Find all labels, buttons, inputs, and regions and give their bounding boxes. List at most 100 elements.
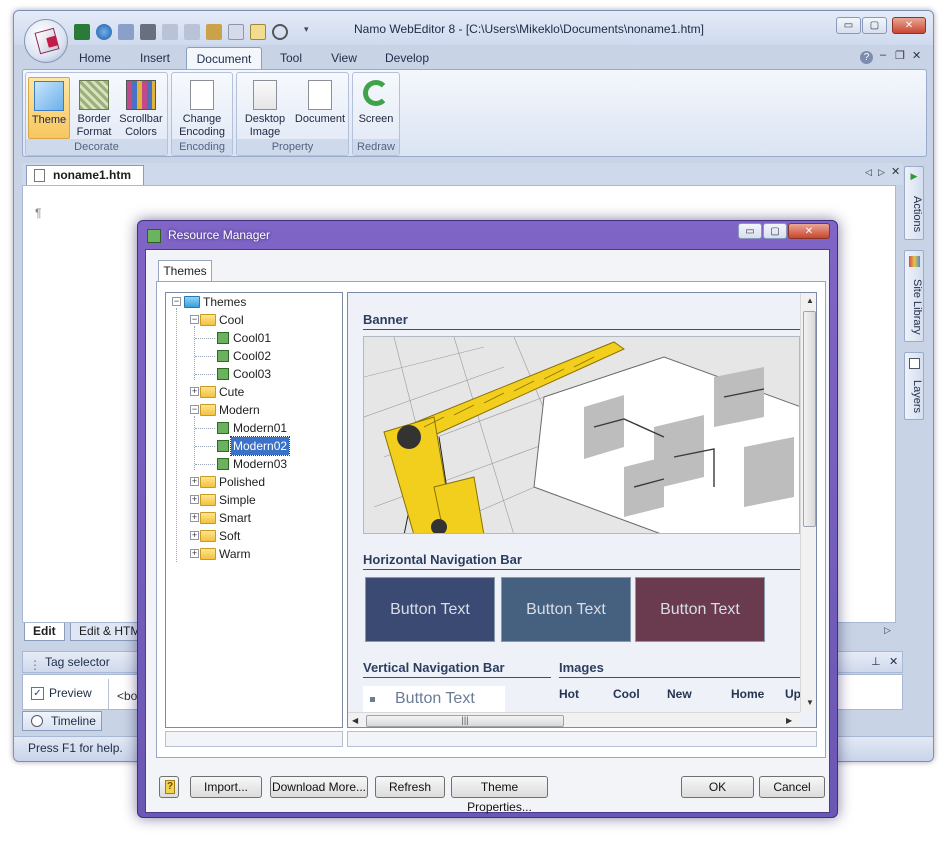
ribbon-restore-icon[interactable]: ❐: [895, 49, 905, 62]
image-home: Home: [731, 687, 765, 701]
scrollbar-colors-button[interactable]: Scrollbar Colors: [116, 77, 166, 139]
dialog-client-area: Themes − Themes − Cool Cool01 Cool02 Coo…: [145, 249, 830, 814]
close-button[interactable]: ✕: [892, 17, 926, 34]
preview-label: Preview: [49, 686, 92, 700]
theme-item-icon: [217, 350, 229, 362]
vnav-button[interactable]: Button Text: [363, 686, 505, 712]
help-button[interactable]: ?: [159, 776, 179, 798]
ribbon: Theme Border Format Scrollbar Colors Decor…: [22, 69, 927, 157]
minimize-button[interactable]: ▭: [836, 17, 861, 34]
actions-tab[interactable]: ▶ Actions: [904, 166, 924, 240]
refresh-button[interactable]: Refresh: [375, 776, 445, 798]
ribbon-close-icon[interactable]: ✕: [912, 49, 921, 62]
cancel-button[interactable]: Cancel: [759, 776, 825, 798]
layers-tab[interactable]: Layers: [904, 352, 924, 420]
ribbon-group-encoding: Change Encoding Encoding: [171, 72, 233, 156]
preview-vertical-scrollbar[interactable]: ▲ ▼: [800, 293, 816, 712]
dialog-title: Resource Manager: [168, 228, 271, 242]
tab-develop[interactable]: Develop: [382, 47, 432, 69]
expand-icon[interactable]: +: [190, 513, 199, 522]
expand-icon[interactable]: +: [190, 549, 199, 558]
tab-view[interactable]: View: [328, 47, 360, 69]
hnav-button-3[interactable]: Button Text: [635, 577, 765, 642]
note-icon[interactable]: [250, 24, 266, 40]
ribbon-minimize-icon[interactable]: –: [880, 49, 886, 61]
document-tab[interactable]: noname1.htm: [26, 165, 144, 185]
dialog-maximize-button[interactable]: ▢: [763, 223, 787, 239]
expand-icon[interactable]: +: [190, 495, 199, 504]
customize-toolbar-icon[interactable]: ▾: [304, 24, 309, 35]
grip-icon: ⋮: [29, 658, 41, 672]
tab-next-icon[interactable]: ▷: [878, 167, 885, 178]
change-encoding-button[interactable]: Change Encoding: [174, 77, 230, 139]
scroll-left-icon[interactable]: ◀: [352, 716, 358, 725]
restore-button[interactable]: ▢: [862, 17, 887, 34]
tab-edit[interactable]: Edit: [24, 623, 65, 641]
save-icon[interactable]: [74, 24, 90, 40]
document-button[interactable]: Document: [293, 77, 347, 139]
image-new: New: [667, 687, 692, 701]
globe-icon[interactable]: [96, 24, 112, 40]
theme-icon: [34, 81, 64, 111]
help-icon[interactable]: ?: [860, 51, 873, 64]
paste-icon[interactable]: [206, 24, 222, 40]
pin-icon[interactable]: ⊥: [871, 652, 881, 672]
redo-icon[interactable]: [184, 24, 200, 40]
scroll-up-icon[interactable]: ▲: [806, 296, 814, 305]
download-more-button[interactable]: Download More...: [270, 776, 368, 798]
site-library-tab[interactable]: Site Library: [904, 250, 924, 342]
horizontal-nav-heading: Horizontal Navigation Bar: [363, 552, 800, 570]
tab-insert[interactable]: Insert: [132, 47, 178, 69]
import-button[interactable]: Import...: [190, 776, 262, 798]
collapse-icon[interactable]: −: [190, 315, 199, 324]
timeline-tab[interactable]: Timeline: [22, 711, 102, 731]
tab-document[interactable]: Document: [186, 47, 262, 71]
tab-home[interactable]: Home: [74, 47, 116, 69]
print-icon[interactable]: [140, 24, 156, 40]
expand-icon[interactable]: +: [190, 387, 199, 396]
ok-button[interactable]: OK: [681, 776, 754, 798]
tab-prev-icon[interactable]: ◁: [865, 167, 872, 178]
theme-item-icon: [217, 332, 229, 344]
document-info-icon: [308, 80, 332, 110]
vertical-scroll-thumb[interactable]: [803, 311, 816, 527]
theme-properties-button[interactable]: Theme Properties...: [451, 776, 548, 814]
folder-icon: [200, 530, 216, 542]
hnav-button-1[interactable]: Button Text: [365, 577, 495, 642]
title-bar[interactable]: ▾ Namo WebEditor 8 - [C:\Users\Mikeklo\D…: [14, 11, 933, 45]
group-label-decorate: Decorate: [26, 139, 167, 155]
preview-horizontal-scrollbar[interactable]: ◀ ||| ▶: [348, 712, 800, 727]
theme-tree[interactable]: − Themes − Cool Cool01 Cool02 Cool03 + C…: [165, 292, 343, 728]
folder-icon: [200, 476, 216, 488]
refresh-icon[interactable]: [272, 24, 288, 40]
banner-construction-illustration: [364, 337, 799, 533]
horizontal-scroll-thumb[interactable]: |||: [366, 715, 564, 727]
collapse-icon[interactable]: −: [172, 297, 181, 306]
hnav-button-2[interactable]: Button Text: [501, 577, 631, 642]
app-menu-button[interactable]: [24, 19, 68, 63]
collapse-icon[interactable]: −: [190, 405, 199, 414]
document-tab-bar: noname1.htm ◁ ▷ ✕: [22, 163, 903, 185]
undo-icon[interactable]: [162, 24, 178, 40]
scroll-down-icon[interactable]: ▼: [806, 698, 814, 707]
desktop-image-button[interactable]: Desktop Image: [239, 77, 291, 139]
scroll-right-icon[interactable]: ▷: [884, 625, 891, 636]
copy-icon[interactable]: [228, 24, 244, 40]
preview-icon[interactable]: [118, 24, 134, 40]
expand-icon[interactable]: +: [190, 531, 199, 540]
ribbon-group-redraw: Screen Redraw: [352, 72, 400, 156]
expand-icon[interactable]: +: [190, 477, 199, 486]
preview-checkbox[interactable]: ✓: [31, 687, 44, 700]
close-panel-icon[interactable]: ✕: [889, 652, 898, 672]
tab-themes[interactable]: Themes: [158, 260, 212, 282]
close-document-icon[interactable]: ✕: [891, 165, 900, 178]
scroll-right-icon[interactable]: ▶: [786, 716, 792, 725]
theme-button[interactable]: Theme: [28, 77, 70, 139]
dialog-close-button[interactable]: ✕: [788, 223, 830, 239]
border-format-button[interactable]: Border Format: [72, 77, 116, 139]
screen-redraw-button[interactable]: Screen: [355, 77, 397, 139]
folder-icon: [200, 404, 216, 416]
tab-tool[interactable]: Tool: [276, 47, 306, 69]
dialog-minimize-button[interactable]: ▭: [738, 223, 762, 239]
selected-theme: Modern02: [229, 436, 291, 456]
